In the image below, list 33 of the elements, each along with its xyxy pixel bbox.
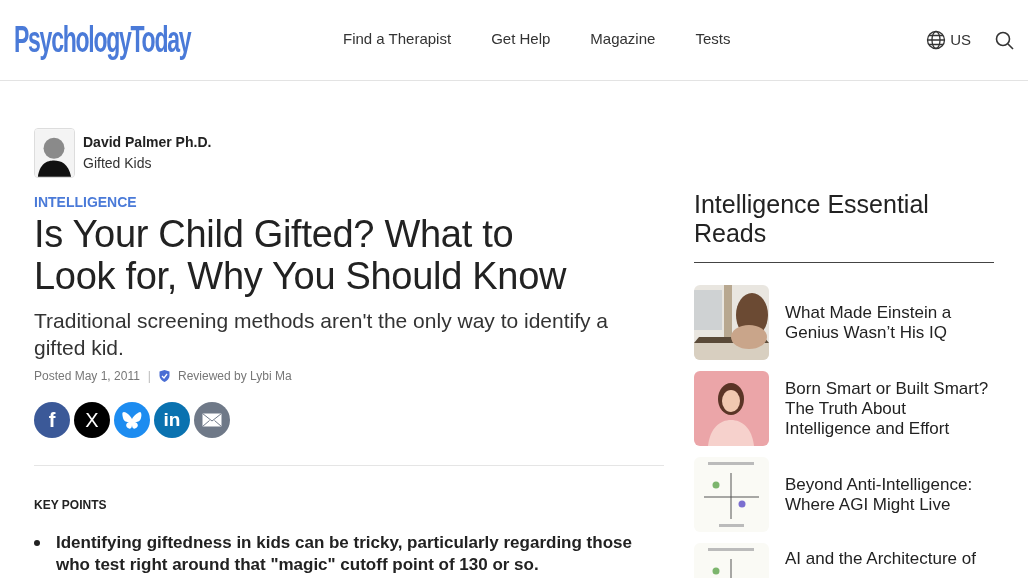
sidebar-heading: Intelligence Essential Reads [694,190,994,263]
author-name[interactable]: David Palmer Ph.D. [83,132,212,153]
search-icon[interactable] [995,30,1014,50]
globe-icon [926,30,947,50]
shield-check-icon [158,370,170,382]
article-link[interactable]: Born Smart or Built Smart? The Truth About Intelligence and Effort [785,378,994,439]
key-point: Identifying giftedness in kids can be tricky, particularly regarding those who test right around that "magic" cutoff point of 130 or so. [56,532,633,576]
author-avatar[interactable] [34,128,75,178]
butterfly-icon [122,411,142,429]
email-share-button[interactable] [194,402,230,438]
article-title: Is Your Child Gifted? What to Look for, Why You Should Know [34,213,568,297]
bluesky-share-button[interactable] [114,402,150,438]
post-date: Posted May 1, 2011 [34,368,140,385]
category-link[interactable]: INTELLIGENCE [34,192,664,213]
separator: | [147,368,151,385]
envelope-icon [202,413,222,427]
article-link[interactable]: What Made Einstein a Genius Wasn’t His IQ [785,302,994,343]
nav-link[interactable]: Get Help [491,27,551,51]
linkedin-share-button[interactable]: in [154,402,190,438]
bullet [34,540,40,546]
reviewer[interactable]: Reviewed by Lybi Ma [177,367,292,385]
region-selector[interactable]: US [926,28,971,52]
nav-link[interactable]: Magazine [590,27,656,51]
blog-name[interactable]: Gifted Kids [83,153,212,174]
key-points-heading: KEY POINTS [34,497,108,514]
facebook-share-button[interactable]: f [34,402,70,438]
nav-link[interactable]: Tests [695,27,731,51]
article-link[interactable]: AI and the Architecture of [785,549,976,569]
nav-link[interactable]: Find a Therapist [343,27,452,51]
article-subtitle: Traditional screening methods aren't the only way to identify a gifted kid. [34,308,610,361]
logo[interactable]: PsychologyToday [14,18,200,62]
article-link[interactable]: Beyond Anti-Intelligence: Where AGI Might Live [785,474,994,515]
x-share-button[interactable]: X [74,402,110,438]
